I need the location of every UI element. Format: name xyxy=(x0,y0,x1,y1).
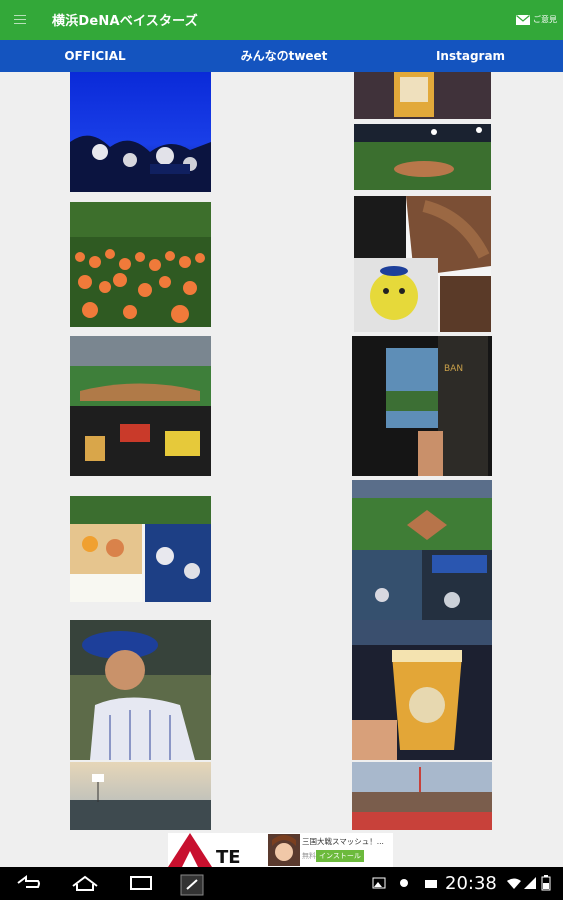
photo-coffee-cup[interactable]: BAN xyxy=(352,336,492,476)
photo-cheering-fans[interactable] xyxy=(70,72,211,192)
clock: 20:38 xyxy=(445,873,497,894)
home-icon[interactable] xyxy=(70,874,100,892)
photo-night-field[interactable] xyxy=(354,124,491,190)
photo-collage-mascot[interactable] xyxy=(354,196,491,332)
signal-icon xyxy=(524,877,536,889)
ad-character-icon xyxy=(268,834,300,866)
gallery-icon xyxy=(372,877,386,889)
ad-art: TE xyxy=(168,833,268,867)
svg-text:BAN: BAN xyxy=(444,364,463,374)
photo-stadium-food[interactable] xyxy=(70,336,211,476)
contact-button[interactable]: ご意見 xyxy=(516,14,557,25)
tab-tweet[interactable]: みんなのtweet xyxy=(190,40,378,72)
ad-free-label: 無料 xyxy=(302,852,316,860)
battery-icon xyxy=(541,875,551,891)
app-bar: 横浜DeNAベイスターズ ご意見 xyxy=(0,0,563,40)
tab-official[interactable]: OFFICIAL xyxy=(0,40,190,72)
photo-player-portrait[interactable] xyxy=(70,620,211,760)
photo-tulips[interactable] xyxy=(70,202,211,327)
photo-stadium-sunset[interactable] xyxy=(70,762,211,830)
menu-icon[interactable] xyxy=(14,15,26,25)
contact-label: ご意見 xyxy=(533,15,557,24)
ad-banner[interactable]: TE 三国大戦スマッシュ！... 無料 インストール xyxy=(168,833,393,867)
notification-icon xyxy=(400,879,408,887)
camera-icon xyxy=(425,880,437,888)
ad-install-button[interactable]: インストール xyxy=(316,850,364,862)
mail-icon xyxy=(516,14,530,25)
photo-field-day[interactable] xyxy=(352,480,492,550)
photo-bento-collage[interactable] xyxy=(70,496,211,602)
tab-bar: OFFICIAL みんなのtweet Instagram xyxy=(0,40,563,72)
wifi-icon xyxy=(507,878,521,889)
back-icon[interactable] xyxy=(14,874,42,892)
tab-instagram[interactable]: Instagram xyxy=(378,40,563,72)
photo-beer-in-hand[interactable] xyxy=(352,620,492,760)
photo-stadium-evening[interactable] xyxy=(352,762,492,830)
screenshot-icon[interactable] xyxy=(180,874,204,896)
recent-apps-icon[interactable] xyxy=(128,874,156,892)
photo-fans-collage[interactable] xyxy=(352,550,492,620)
ad-title: 三国大戦スマッシュ！... xyxy=(302,837,384,846)
system-nav-bar: 20:38 xyxy=(0,867,563,900)
svg-text:TE: TE xyxy=(216,847,241,867)
photo-grid: BAN xyxy=(0,72,563,867)
photo-beer-cup-top[interactable] xyxy=(354,72,491,119)
app-title: 横浜DeNAベイスターズ xyxy=(52,14,198,29)
